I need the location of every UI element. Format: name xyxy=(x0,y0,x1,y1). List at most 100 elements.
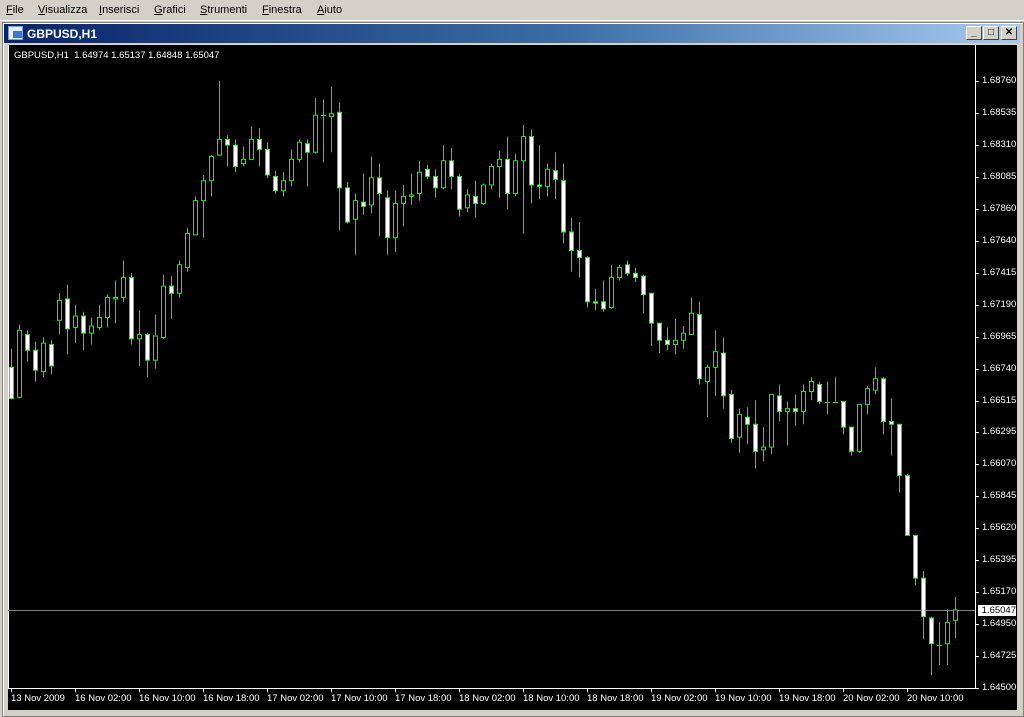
candle xyxy=(362,174,366,215)
window-titlebar[interactable]: GBPUSD,H1 _ □ ✕ xyxy=(4,24,1020,43)
price-chart[interactable]: GBPUSD,H1 1.64974 1.65137 1.64848 1.6504… xyxy=(8,45,1017,710)
candle-body-bull xyxy=(786,409,790,412)
candle xyxy=(682,326,686,349)
candle-body-bull xyxy=(866,389,870,405)
time-tick-label: 18 Nov 18:00 xyxy=(587,693,644,704)
candle-body-bull xyxy=(106,298,110,318)
candle xyxy=(282,172,286,196)
window-title: GBPUSD,H1 xyxy=(27,27,97,41)
candle-body-bull xyxy=(954,610,958,620)
candlestick-plot[interactable] xyxy=(8,45,1017,710)
candle-body-bear xyxy=(362,202,366,206)
candle-body-bull xyxy=(90,326,94,333)
candle xyxy=(98,305,102,331)
candle xyxy=(570,218,574,272)
candle xyxy=(506,137,510,210)
price-tick-label: 1.64725 xyxy=(982,650,1016,661)
candle-body-bear xyxy=(626,265,630,274)
candle-body-bull xyxy=(858,404,862,451)
candle xyxy=(130,273,134,344)
price-tick-label: 1.66295 xyxy=(982,426,1016,437)
candle-body-bull xyxy=(298,142,302,159)
candle-body-bear xyxy=(698,315,702,379)
candle-body-bear xyxy=(594,302,598,303)
minimize-button[interactable]: _ xyxy=(966,26,982,40)
time-tick-label: 20 Nov 02:00 xyxy=(843,693,900,704)
candle-body-bear xyxy=(434,176,438,187)
candle xyxy=(546,164,550,197)
candle-body-bull xyxy=(18,330,22,397)
candle xyxy=(418,161,422,201)
candle xyxy=(746,407,750,444)
candle-body-bull xyxy=(154,336,158,360)
candle xyxy=(730,390,734,443)
candle-body-bull xyxy=(194,201,198,235)
candle-body-bull xyxy=(42,343,46,371)
candle-body-bull xyxy=(610,278,614,308)
menu-strumenti[interactable]: Strumenti xyxy=(200,4,247,16)
menu-aiuto[interactable]: Aiuto xyxy=(317,4,342,16)
price-tick-label: 1.64950 xyxy=(982,618,1016,629)
candle xyxy=(914,535,918,585)
candle-body-bull xyxy=(98,317,102,327)
candle xyxy=(514,154,518,197)
candle-body-bear xyxy=(898,424,902,475)
chart-info-line: GBPUSD,H1 1.64974 1.65137 1.64848 1.6504… xyxy=(14,50,219,61)
candle xyxy=(490,164,494,190)
candle xyxy=(346,182,350,223)
candle-body-bull xyxy=(802,392,806,412)
maximize-button[interactable]: □ xyxy=(983,26,999,40)
candle-body-bear xyxy=(746,417,750,424)
candle xyxy=(762,427,766,461)
menu-visualizza[interactable]: Visualizza xyxy=(38,4,87,16)
time-tick-label: 16 Nov 02:00 xyxy=(75,693,132,704)
candle xyxy=(266,142,270,178)
price-tick-label: 1.68535 xyxy=(982,107,1016,118)
candle xyxy=(825,382,830,415)
candle xyxy=(354,194,358,255)
candle xyxy=(26,330,30,361)
candle xyxy=(538,145,542,199)
candle-body-bull xyxy=(810,382,814,392)
candle-body-bull xyxy=(674,340,678,344)
candle-body-bull xyxy=(178,265,182,293)
time-tick-label: 19 Nov 18:00 xyxy=(779,693,836,704)
candle xyxy=(594,289,598,310)
price-tick-label: 1.65395 xyxy=(982,554,1016,565)
candle-body-bear xyxy=(778,396,782,412)
candle xyxy=(666,327,670,350)
time-tick-label: 13 Nov 2009 xyxy=(11,693,65,704)
candle-body-bear xyxy=(306,144,310,153)
candle xyxy=(722,337,726,408)
menu-grafici[interactable]: Grafici xyxy=(154,4,186,16)
candle-body-bear xyxy=(82,316,86,333)
candle xyxy=(610,265,614,309)
candle-body-bear xyxy=(578,251,582,258)
menu-finestra[interactable]: Finestra xyxy=(262,4,302,16)
menu-inserisci[interactable]: Inserisci xyxy=(99,4,139,16)
candle-body-bull xyxy=(114,298,118,299)
candle xyxy=(842,402,846,435)
candle xyxy=(802,384,806,424)
candle xyxy=(154,315,158,369)
price-tick-label: 1.64500 xyxy=(982,682,1016,693)
time-tick-label: 19 Nov 10:00 xyxy=(715,693,772,704)
candle xyxy=(274,171,278,194)
candle-body-bear xyxy=(914,535,918,578)
candle xyxy=(890,399,894,456)
close-button[interactable]: ✕ xyxy=(1001,26,1017,40)
candle-body-bull xyxy=(762,447,766,450)
candle-body-bull xyxy=(138,335,142,339)
candle xyxy=(474,181,478,218)
candle xyxy=(866,386,870,414)
price-tick-label: 1.66515 xyxy=(982,395,1016,406)
candle-body-bear xyxy=(818,384,822,401)
candle xyxy=(298,139,302,162)
candle-body-bear xyxy=(426,169,430,176)
candle-body-bear xyxy=(890,421,894,424)
menu-file[interactable]: File xyxy=(6,4,24,16)
candle xyxy=(634,268,638,282)
candle-body-bull xyxy=(250,139,254,159)
candle xyxy=(882,377,886,434)
price-tick-label: 1.68310 xyxy=(982,139,1016,150)
